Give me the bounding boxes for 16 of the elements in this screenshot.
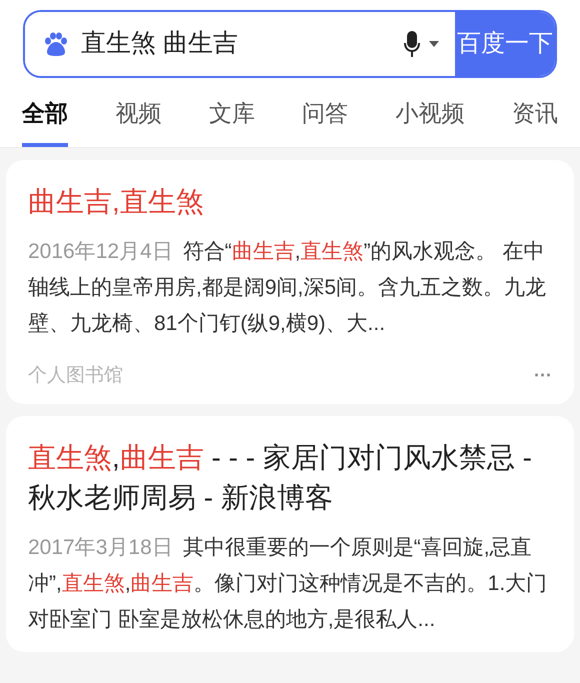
result-title-link[interactable]: 曲生吉,直生煞 <box>28 182 552 222</box>
search-input[interactable]: 直生煞 曲生吉 <box>81 25 403 63</box>
more-button[interactable]: ··· <box>534 362 552 390</box>
result-snippet: 2016年12月4日 符合“曲生吉,直生煞”的风水观念。 在中轴线上的皇帝用房,都是阔9间,深5间。含九五之数。九龙壁、九龙椅、81个门钉(纵9,横9)、大... <box>28 238 548 336</box>
tab[interactable]: 小视频 <box>396 96 465 146</box>
result-title-link[interactable]: 直生煞,曲生吉 - - - 家居门对门风水禁忌 - 秋水老师周易 - 新浪博客 <box>28 438 552 518</box>
tab[interactable]: 问答 <box>302 96 348 146</box>
paw-logo-icon <box>43 31 69 57</box>
search-button[interactable]: 百度一下 <box>455 12 555 76</box>
caret-icon[interactable] <box>429 41 439 47</box>
tab[interactable]: 文库 <box>208 96 255 146</box>
microphone-icon[interactable] <box>403 30 421 58</box>
tab[interactable]: 视频 <box>115 96 162 146</box>
result-source: 个人图书馆 <box>28 364 123 388</box>
result-snippet: 2017年3月18日 其中很重要的一个原则是“喜回旋,忌直冲”,直生煞,曲生吉。像门对门这种情况是不吉的。1.大门对卧室门 卧室是放松休息的地方,是很私人... <box>28 535 548 633</box>
tab[interactable]: 资讯 <box>512 96 558 146</box>
